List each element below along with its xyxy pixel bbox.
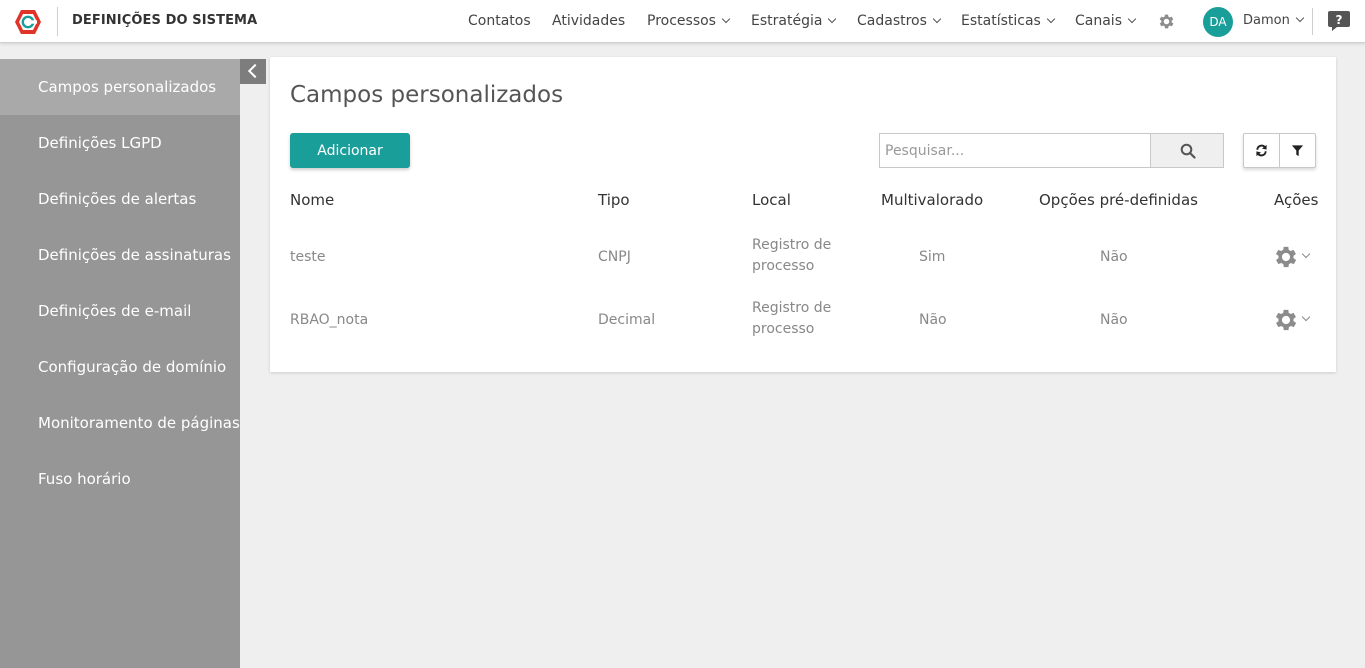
chevron-down-icon xyxy=(1046,14,1056,24)
svg-text:?: ? xyxy=(1336,13,1343,27)
sidebar-item-campos-personalizados[interactable]: Campos personalizados xyxy=(0,59,240,115)
nav-canais[interactable]: Canais xyxy=(1075,13,1137,29)
add-button[interactable]: Adicionar xyxy=(290,133,410,168)
gear-icon xyxy=(1275,309,1297,331)
cell-local: Registro de processo xyxy=(752,300,832,337)
content-card: Campos personalizados Adicionar Nome Tip… xyxy=(270,57,1336,372)
cell-opcoes: Não xyxy=(1100,312,1128,328)
sidebar-item-fuso-horario[interactable]: Fuso horário xyxy=(0,451,240,507)
cell-tipo: Decimal xyxy=(598,312,656,328)
sidebar-item-definicoes-email[interactable]: Definições de e-mail xyxy=(0,283,240,339)
filter-icon xyxy=(1291,145,1304,157)
toolbar-group xyxy=(1243,133,1316,168)
header-divider xyxy=(57,7,58,36)
avatar[interactable]: DA xyxy=(1203,7,1233,37)
app-logo[interactable] xyxy=(14,9,42,35)
nav-estrategia[interactable]: Estratégia xyxy=(751,13,837,29)
sidebar-collapse-button[interactable] xyxy=(240,59,266,84)
nav-contatos[interactable]: Contatos xyxy=(468,13,531,29)
gear-icon xyxy=(1275,246,1297,268)
help-icon[interactable]: ? xyxy=(1327,10,1351,32)
column-header-local[interactable]: Local xyxy=(752,191,791,209)
chevron-left-icon xyxy=(247,63,263,79)
chevron-down-icon xyxy=(1301,312,1311,322)
sidebar-item-monitoramento-paginas[interactable]: Monitoramento de páginas xyxy=(0,395,240,451)
chevron-down-icon xyxy=(1127,14,1137,24)
column-header-opcoes[interactable]: Opções pré-definidas xyxy=(1039,191,1198,209)
top-bar: DEFINIÇÕES DO SISTEMA Contatos Atividade… xyxy=(0,0,1365,43)
refresh-icon xyxy=(1256,144,1267,157)
column-header-acoes: Ações xyxy=(1274,191,1319,209)
filter-button[interactable] xyxy=(1280,134,1316,167)
sidebar-item-definicoes-assinaturas[interactable]: Definições de assinaturas xyxy=(0,227,240,283)
cell-nome: RBAO_nota xyxy=(290,312,369,328)
sidebar-item-configuracao-dominio[interactable]: Configuração de domínio xyxy=(0,339,240,395)
cell-tipo: CNPJ xyxy=(598,249,631,265)
cell-local: Registro de processo xyxy=(752,237,832,274)
chevron-down-icon xyxy=(828,14,837,24)
gear-icon[interactable] xyxy=(1157,12,1176,31)
sidebar-item-definicoes-lgpd[interactable]: Definições LGPD xyxy=(0,115,240,171)
search-input[interactable] xyxy=(879,133,1151,168)
chevron-down-icon xyxy=(1301,249,1311,259)
header-divider xyxy=(1312,8,1313,35)
cell-multivalorado: Não xyxy=(919,312,947,328)
chevron-down-icon xyxy=(1295,13,1305,23)
nav-cadastros[interactable]: Cadastros xyxy=(857,13,942,29)
column-header-multivalorado[interactable]: Multivalorado xyxy=(881,191,983,209)
search-button[interactable] xyxy=(1150,133,1224,168)
column-header-tipo[interactable]: Tipo xyxy=(598,191,630,209)
row-actions-button[interactable] xyxy=(1272,243,1316,271)
nav-processos[interactable]: Processos xyxy=(647,13,731,29)
cell-multivalorado: Sim xyxy=(919,249,946,265)
search-icon xyxy=(1180,143,1196,159)
app-title: DEFINIÇÕES DO SISTEMA xyxy=(72,13,258,28)
chevron-down-icon xyxy=(721,14,731,24)
cell-opcoes: Não xyxy=(1100,249,1128,265)
column-header-nome[interactable]: Nome xyxy=(290,191,334,209)
sidebar-item-definicoes-alertas[interactable]: Definições de alertas xyxy=(0,171,240,227)
row-actions-button[interactable] xyxy=(1272,306,1316,334)
cell-nome: teste xyxy=(290,249,326,265)
chevron-down-icon xyxy=(932,14,942,24)
page-title: Campos personalizados xyxy=(290,82,564,108)
nav-atividades[interactable]: Atividades xyxy=(552,13,625,29)
user-menu[interactable]: Damon xyxy=(1243,13,1305,28)
sidebar: Campos personalizados Definições LGPD De… xyxy=(0,59,240,668)
refresh-button[interactable] xyxy=(1244,134,1280,167)
nav-estatisticas[interactable]: Estatísticas xyxy=(961,13,1056,29)
